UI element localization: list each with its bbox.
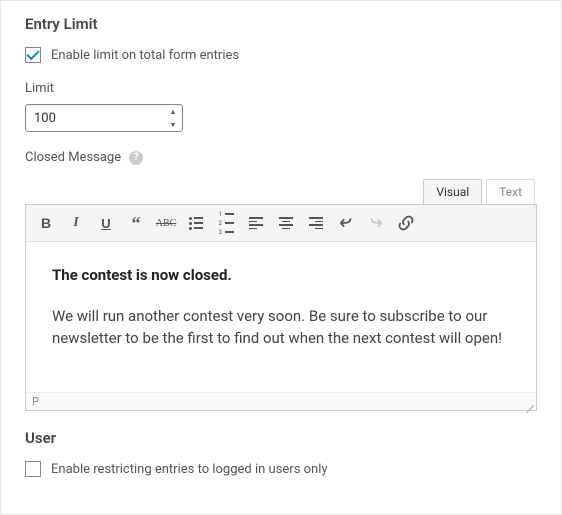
- closed-message-label-row: Closed Message ?: [25, 150, 537, 165]
- section-title-entry-limit: Entry Limit: [25, 15, 537, 33]
- editor-element-path[interactable]: P: [32, 395, 39, 408]
- bold-button[interactable]: B: [32, 209, 60, 237]
- limit-label: Limit: [25, 81, 537, 96]
- undo-button[interactable]: [332, 209, 360, 237]
- closed-message-label: Closed Message: [25, 150, 121, 165]
- numbered-list-button[interactable]: 1 2 3: [212, 209, 240, 237]
- restrict-label: Enable restricting entries to logged in …: [51, 462, 328, 477]
- redo-button[interactable]: [362, 209, 390, 237]
- resize-handle-icon[interactable]: [522, 396, 534, 408]
- editor-toolbar: B I U “ ABC 1 2 3: [26, 205, 536, 242]
- restrict-row: Enable restricting entries to logged in …: [25, 461, 537, 477]
- settings-panel: Entry Limit Enable limit on total form e…: [0, 0, 562, 515]
- link-button[interactable]: [392, 209, 420, 237]
- underline-button[interactable]: U: [92, 209, 120, 237]
- editor-tabs: Visual Text: [25, 179, 537, 204]
- restrict-checkbox[interactable]: [25, 461, 41, 477]
- align-right-button[interactable]: [302, 209, 330, 237]
- section-title-user: User: [25, 429, 537, 447]
- bullet-list-button[interactable]: [182, 209, 210, 237]
- tab-text[interactable]: Text: [486, 179, 535, 204]
- blockquote-button[interactable]: “: [122, 209, 150, 237]
- editor-content-area[interactable]: The contest is now closed. We will run a…: [26, 242, 536, 392]
- strikethrough-button[interactable]: ABC: [152, 209, 180, 237]
- align-left-button[interactable]: [242, 209, 270, 237]
- editor-heading: The contest is now closed.: [52, 264, 510, 287]
- tab-visual[interactable]: Visual: [423, 179, 482, 204]
- italic-button[interactable]: I: [62, 209, 90, 237]
- editor-status-bar: P: [26, 392, 536, 410]
- enable-limit-row: Enable limit on total form entries: [25, 47, 537, 63]
- limit-input[interactable]: [25, 104, 183, 132]
- help-icon[interactable]: ?: [129, 151, 143, 165]
- enable-limit-label: Enable limit on total form entries: [51, 48, 239, 63]
- rich-text-editor: B I U “ ABC 1 2 3: [25, 204, 537, 411]
- limit-spinner: ▲ ▼: [164, 105, 182, 131]
- limit-spinner-up[interactable]: ▲: [164, 105, 182, 118]
- limit-spinner-down[interactable]: ▼: [164, 118, 182, 131]
- enable-limit-checkbox[interactable]: [25, 47, 41, 63]
- editor-paragraph: We will run another contest very soon. B…: [52, 305, 510, 350]
- align-center-button[interactable]: [272, 209, 300, 237]
- limit-input-wrap: ▲ ▼: [25, 104, 183, 132]
- user-section: User Enable restricting entries to logge…: [25, 429, 537, 477]
